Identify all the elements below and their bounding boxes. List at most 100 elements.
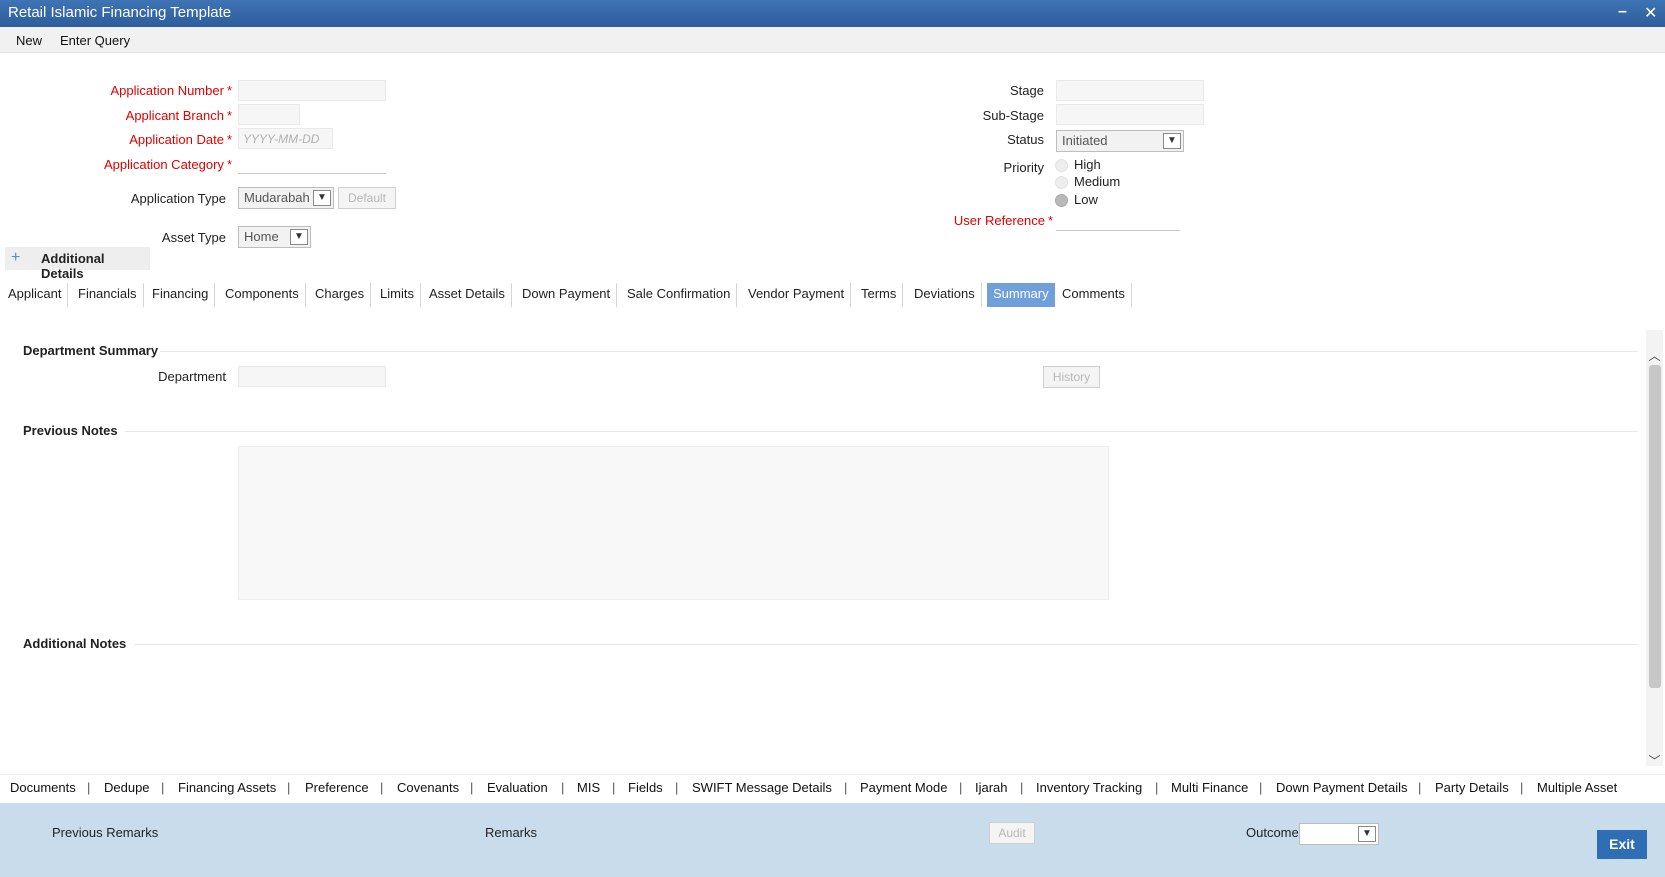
previous-notes-textarea[interactable] <box>238 446 1109 600</box>
chevron-down-icon: ▼ <box>290 229 308 245</box>
link-separator: | <box>1020 780 1024 795</box>
additional-details-toggle[interactable]: + Additional Details <box>5 247 150 281</box>
application-category-field[interactable] <box>238 153 386 174</box>
asset-type-value: Home <box>244 229 279 244</box>
link-separator: | <box>612 780 616 795</box>
link-separator: | <box>287 780 291 795</box>
history-button[interactable]: History <box>1043 366 1100 388</box>
link-separator: | <box>161 780 165 795</box>
application-type-select[interactable]: Mudarabah ▼ <box>238 187 334 209</box>
link-separator: | <box>959 780 963 795</box>
chevron-up-icon[interactable]: ︿ <box>1646 347 1663 363</box>
tab-terms[interactable]: Terms <box>855 283 904 307</box>
link-party-details[interactable]: Party Details <box>1435 780 1509 795</box>
chevron-down-icon: ▼ <box>313 190 331 206</box>
additional-notes-title: Additional Notes <box>23 636 127 651</box>
link-preference[interactable]: Preference <box>305 780 369 795</box>
tab-comments[interactable]: Comments <box>1056 283 1132 307</box>
outcome-select[interactable]: ▼ <box>1299 823 1379 845</box>
title-bar: Retail Islamic Financing Template – ✕ <box>0 0 1665 27</box>
link-separator: | <box>470 780 474 795</box>
tab-financing[interactable]: Financing <box>146 283 216 307</box>
department-summary-title: Department Summary <box>23 343 159 358</box>
applicant-branch-label: Applicant Branch * <box>125 108 232 123</box>
stage-label: Stage <box>1010 83 1044 98</box>
chevron-down-icon: ▼ <box>1358 826 1376 842</box>
tab-components[interactable]: Components <box>219 283 306 307</box>
section-divider <box>134 644 1638 645</box>
link-separator: | <box>1259 780 1263 795</box>
previous-remarks-link[interactable]: Previous Remarks <box>52 825 158 840</box>
section-divider <box>125 431 1638 432</box>
link-separator: | <box>1520 780 1524 795</box>
remarks-link[interactable]: Remarks <box>485 825 537 840</box>
link-dedupe[interactable]: Dedupe <box>104 780 150 795</box>
tab-deviations[interactable]: Deviations <box>908 283 982 307</box>
link-covenants[interactable]: Covenants <box>397 780 459 795</box>
priority-medium-radio[interactable] <box>1055 176 1068 189</box>
application-date-field[interactable]: YYYY-MM-DD <box>238 128 333 149</box>
footer-bar <box>0 803 1665 877</box>
tab-down-payment[interactable]: Down Payment <box>516 283 618 307</box>
application-number-label: Application Number * <box>110 83 232 98</box>
application-number-field[interactable] <box>238 80 386 101</box>
department-field[interactable] <box>238 366 386 387</box>
scrollbar-thumb[interactable] <box>1649 365 1661 688</box>
link-swift-message-details[interactable]: SWIFT Message Details <box>692 780 832 795</box>
priority-low-label: Low <box>1074 192 1098 207</box>
link-payment-mode[interactable]: Payment Mode <box>860 780 947 795</box>
tab-asset-details[interactable]: Asset Details <box>423 283 512 307</box>
tab-applicant[interactable]: Applicant <box>2 283 69 307</box>
priority-label: Priority <box>1003 160 1044 175</box>
link-documents[interactable]: Documents <box>10 780 76 795</box>
exit-button[interactable]: Exit <box>1597 830 1647 859</box>
user-reference-label: User Reference * <box>953 213 1053 228</box>
status-select[interactable]: Initiated ▼ <box>1056 130 1184 152</box>
tab-vendor-payment[interactable]: Vendor Payment <box>742 283 852 307</box>
tab-sale-confirmation[interactable]: Sale Confirmation <box>621 283 738 307</box>
tab-summary[interactable]: Summary <box>987 283 1055 307</box>
tab-financials[interactable]: Financials <box>72 283 144 307</box>
link-separator: | <box>1155 780 1159 795</box>
link-multiple-asset[interactable]: Multiple Asset <box>1537 780 1617 795</box>
tab-charges[interactable]: Charges <box>309 283 372 307</box>
chevron-down-icon[interactable]: ﹀ <box>1646 752 1663 768</box>
menu-new[interactable]: New <box>16 33 42 48</box>
applicant-branch-field[interactable] <box>238 104 300 125</box>
tab-limits[interactable]: Limits <box>374 283 421 307</box>
section-divider <box>160 351 1638 352</box>
link-inventory-tracking[interactable]: Inventory Tracking <box>1036 780 1142 795</box>
default-button[interactable]: Default <box>338 187 396 209</box>
audit-button[interactable]: Audit <box>989 822 1035 844</box>
stage-field[interactable] <box>1056 80 1204 101</box>
priority-high-label: High <box>1074 157 1101 172</box>
plus-icon: + <box>11 249 21 266</box>
link-financing-assets[interactable]: Financing Assets <box>178 780 276 795</box>
application-date-label: Application Date * <box>129 132 232 147</box>
asset-type-select[interactable]: Home ▼ <box>238 226 311 248</box>
outcome-label: Outcome <box>1246 825 1299 840</box>
window-title: Retail Islamic Financing Template <box>8 4 232 21</box>
application-type-label: Application Type <box>130 191 226 206</box>
application-category-label: Application Category * <box>103 157 232 172</box>
link-separator: | <box>380 780 384 795</box>
minimize-icon[interactable]: – <box>1618 3 1627 21</box>
sub-stage-field[interactable] <box>1056 104 1204 125</box>
link-mis[interactable]: MIS <box>577 780 600 795</box>
asset-type-label: Asset Type <box>161 230 226 245</box>
priority-low-radio[interactable] <box>1055 194 1068 207</box>
link-separator: | <box>87 780 91 795</box>
link-fields[interactable]: Fields <box>628 780 663 795</box>
menu-enter-query[interactable]: Enter Query <box>60 33 130 48</box>
link-separator: | <box>844 780 848 795</box>
link-evaluation[interactable]: Evaluation <box>487 780 548 795</box>
status-value: Initiated <box>1062 133 1108 148</box>
priority-high-radio[interactable] <box>1055 159 1068 172</box>
link-multi-finance[interactable]: Multi Finance <box>1171 780 1248 795</box>
close-icon[interactable]: ✕ <box>1644 3 1657 23</box>
user-reference-field[interactable] <box>1056 210 1180 231</box>
chevron-down-icon: ▼ <box>1163 133 1181 149</box>
link-ijarah[interactable]: Ijarah <box>975 780 1008 795</box>
link-separator: | <box>1418 780 1422 795</box>
link-down-payment-details[interactable]: Down Payment Details <box>1276 780 1408 795</box>
